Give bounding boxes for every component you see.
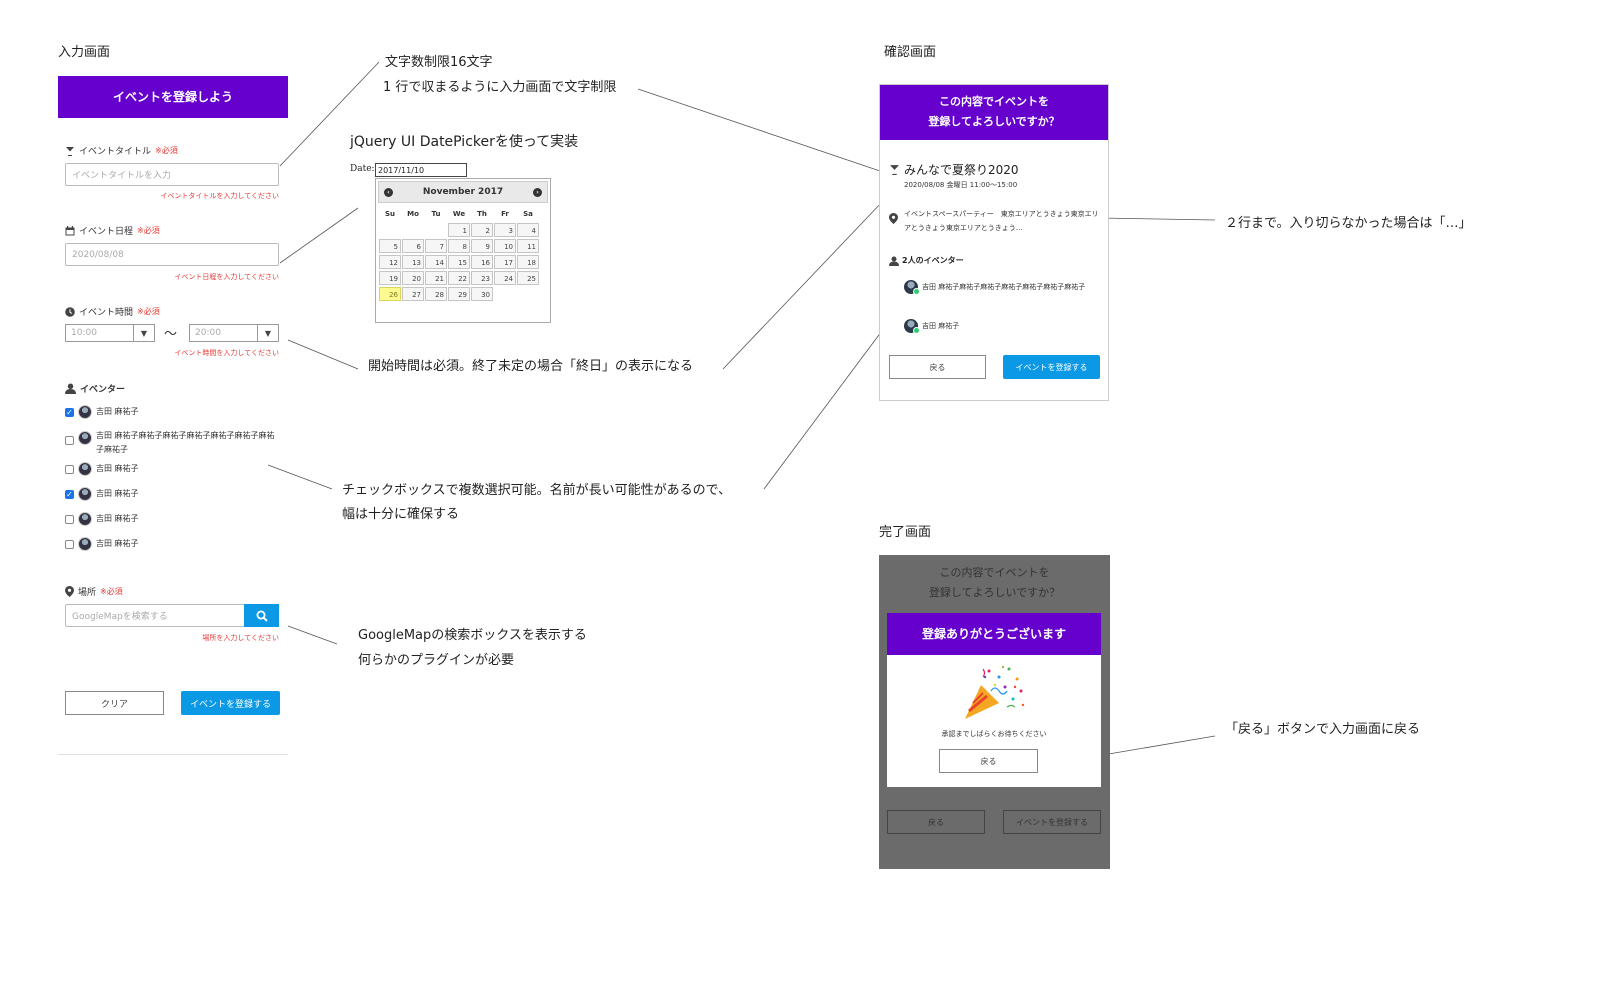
confirm-inventer-count: 2人のイベンター xyxy=(889,255,964,266)
done-bg-header: この内容でイベントを 登録してよろしいですか？ xyxy=(879,555,1110,603)
confirm-screen-title: 確認画面 xyxy=(884,45,937,60)
done-back-button[interactable]: 戻る xyxy=(939,749,1038,773)
confirm-place: イベントスペースパーティー 東京エリアとうきょう東京エリアとうきょう東京エリアと… xyxy=(904,210,1099,232)
done-modal: 登録ありがとうございます 承認までしばらくお待ちください 戻る xyxy=(887,613,1101,787)
confirm-header: この内容でイベントを 登録してよろしいですか？ xyxy=(880,85,1108,140)
done-overlay: この内容でイベントを 登録してよろしいですか？ 登録ありがとうございます 承認ま… xyxy=(879,555,1110,869)
confirm-submit-button[interactable]: イベントを登録する xyxy=(1003,355,1100,379)
done-message: 承認までしばらくお待ちください xyxy=(941,730,1047,738)
confirm-inventer-count-text: 2人のイベンター xyxy=(902,256,964,265)
confirm-header-line1: この内容でイベントを xyxy=(939,95,1049,108)
confirm-inventer-name: 吉田 麻祐子 xyxy=(922,322,960,330)
done-screen-title: 完了画面 xyxy=(879,525,932,540)
user-icon xyxy=(889,256,899,266)
confirm-inventer-row: 吉田 麻祐子 xyxy=(904,319,960,334)
confirm-event-title-text: みんなで夏祭り2020 xyxy=(904,163,1019,177)
confirm-event-datetime: 2020/08/08 金曜日 11:00〜15:00 xyxy=(904,181,1018,189)
confirm-inventer-row: 吉田 麻祐子麻祐子麻祐子麻祐子麻祐子麻祐子麻祐子 xyxy=(904,280,1097,295)
done-bg-back-button: 戻る xyxy=(887,810,985,834)
back-button[interactable]: 戻る xyxy=(889,355,986,379)
done-modal-header: 登録ありがとうございます xyxy=(887,613,1101,655)
annotation-lines xyxy=(267,61,1216,769)
avatar xyxy=(904,319,920,334)
confirm-event-title: みんなで夏祭り2020 xyxy=(889,161,1019,178)
party-popper-icon xyxy=(965,665,1025,719)
confirm-inventer-name: 吉田 麻祐子麻祐子麻祐子麻祐子麻祐子麻祐子麻祐子 xyxy=(922,283,1086,291)
done-bg-header-line1: この内容でイベントを xyxy=(939,566,1050,579)
cocktail-icon xyxy=(890,165,899,175)
map-pin-icon xyxy=(889,209,898,228)
confirm-panel: この内容でイベントを 登録してよろしいですか？ みんなで夏祭り2020 2020… xyxy=(879,84,1109,401)
confirm-header-line2: 登録してよろしいですか？ xyxy=(928,115,1060,128)
avatar xyxy=(904,280,920,295)
done-bg-header-line2: 登録してよろしいですか？ xyxy=(928,586,1061,599)
done-bg-submit-button: イベントを登録する xyxy=(1003,810,1101,834)
